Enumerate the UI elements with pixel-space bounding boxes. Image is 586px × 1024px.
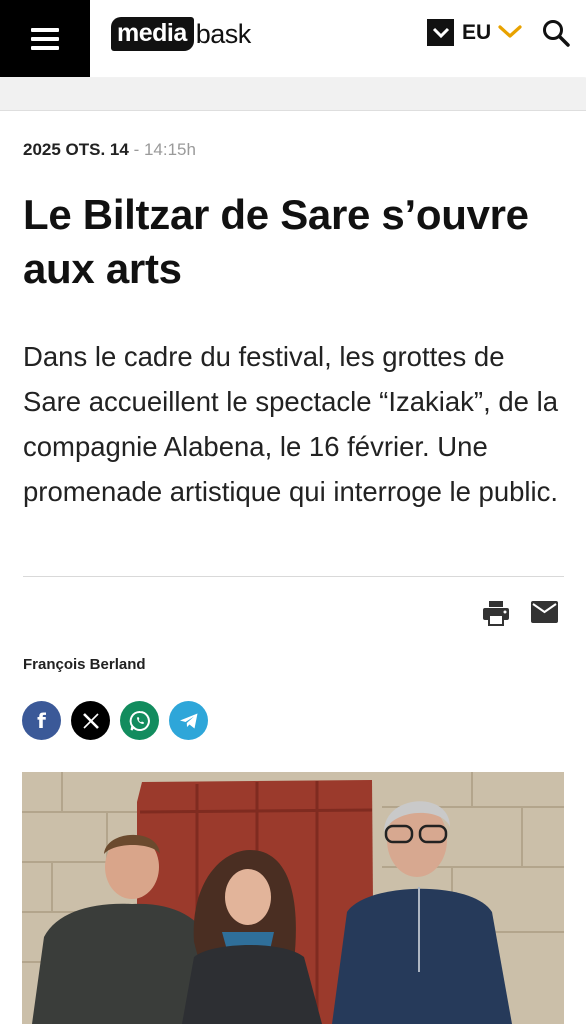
sub-navigation-bar <box>0 78 586 111</box>
whatsapp-icon <box>129 710 150 731</box>
logo-text: bask <box>195 19 252 49</box>
article-date: 2025 OTS. 14 <box>23 140 129 159</box>
whatsapp-share-button[interactable] <box>120 701 159 740</box>
photo-image <box>22 772 564 1024</box>
language-chevron-icon[interactable] <box>498 24 522 40</box>
language-dropdown-button[interactable] <box>427 19 454 46</box>
x-icon <box>82 712 99 729</box>
telegram-icon <box>179 713 197 728</box>
print-icon[interactable] <box>482 600 510 626</box>
article-time: 14:15h <box>143 140 196 159</box>
telegram-share-button[interactable] <box>169 701 208 740</box>
article-lead: Dans le cadre du festival, les grottes d… <box>23 341 559 507</box>
chevron-down-icon <box>432 27 449 38</box>
article-dateline: 2025 OTS. 14 - 14:15h <box>23 140 196 160</box>
date-separator: - <box>128 140 144 159</box>
hamburger-icon <box>31 27 59 50</box>
site-logo[interactable]: media bask <box>111 14 251 54</box>
facebook-share-button[interactable]: f <box>22 701 61 740</box>
mail-icon[interactable] <box>531 601 558 623</box>
menu-button[interactable] <box>0 0 90 77</box>
article-author[interactable]: François Berland <box>23 656 146 673</box>
article-title: Le Biltzar de Sare s’ouvre aux arts <box>23 191 529 292</box>
language-label[interactable]: EU <box>462 21 491 45</box>
facebook-icon: f <box>37 708 46 733</box>
share-buttons: f <box>22 701 208 740</box>
divider <box>23 576 564 577</box>
article-photo[interactable] <box>22 772 564 1024</box>
site-header: media bask EU <box>0 0 586 77</box>
logo-badge: media <box>111 17 194 51</box>
x-share-button[interactable] <box>71 701 110 740</box>
search-icon[interactable] <box>541 18 571 48</box>
